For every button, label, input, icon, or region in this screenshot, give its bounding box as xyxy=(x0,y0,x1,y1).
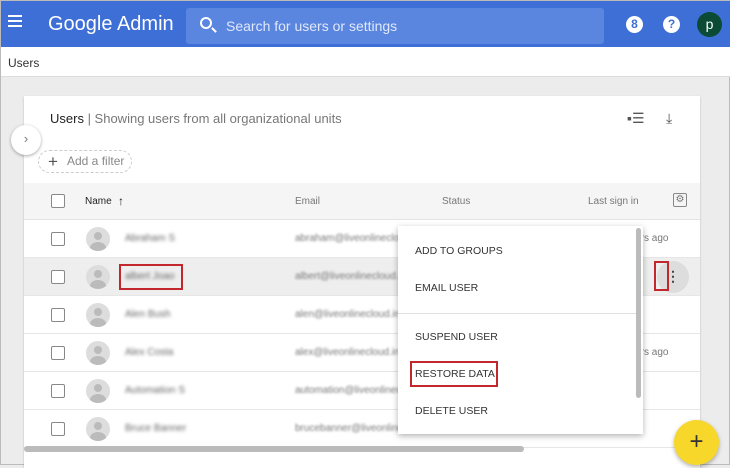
top-bar: Google Admin 8 ? p xyxy=(1,1,730,47)
user-avatar-icon xyxy=(86,417,110,441)
menu-add-to-groups[interactable]: ADD TO GROUPS xyxy=(415,245,503,257)
user-avatar-icon xyxy=(86,341,110,365)
more-highlight xyxy=(654,261,669,291)
row-checkbox[interactable] xyxy=(51,270,65,284)
search-input[interactable] xyxy=(226,8,586,44)
user-avatar-icon xyxy=(86,379,110,403)
menu-delete-user[interactable]: DELETE USER xyxy=(415,405,488,417)
search-icon xyxy=(200,17,212,29)
plus-icon: + xyxy=(48,152,58,171)
breadcrumb: Users xyxy=(1,47,730,77)
column-name[interactable]: Name xyxy=(85,196,112,207)
sort-arrow-icon[interactable]: ↑ xyxy=(118,194,124,208)
add-user-fab[interactable]: + xyxy=(674,420,719,465)
menu-scrollbar[interactable] xyxy=(636,228,641,398)
row-checkbox[interactable] xyxy=(51,346,65,360)
search-box[interactable] xyxy=(186,8,604,44)
breadcrumb-users[interactable]: Users xyxy=(8,56,39,70)
row-checkbox[interactable] xyxy=(51,232,65,246)
hamburger-menu-icon[interactable] xyxy=(8,15,22,27)
select-all-checkbox[interactable] xyxy=(51,194,65,208)
table-header: Name ↑ Email Status Last sign in ⚙ xyxy=(24,183,700,220)
manage-columns-icon[interactable]: ▪☰ xyxy=(627,110,645,127)
row-checkbox[interactable] xyxy=(51,422,65,436)
user-name[interactable]: Bruce Banner xyxy=(125,423,186,434)
user-avatar-icon xyxy=(86,227,110,251)
menu-suspend-user[interactable]: SUSPEND USER xyxy=(415,331,498,343)
expand-panel-button[interactable]: › xyxy=(11,125,41,155)
menu-email-user[interactable]: EMAIL USER xyxy=(415,282,478,294)
restore-data-highlight xyxy=(410,361,498,387)
user-name[interactable]: Alen Bush xyxy=(125,309,171,320)
column-email[interactable]: Email xyxy=(295,196,320,207)
user-actions-menu: ADD TO GROUPS EMAIL USER SUSPEND USER RE… xyxy=(398,226,643,434)
add-filter-label: Add a filter xyxy=(67,154,125,168)
column-settings-icon[interactable]: ⚙ xyxy=(673,193,687,207)
app-logo[interactable]: Google Admin xyxy=(48,13,174,36)
user-name[interactable]: Alex Costa xyxy=(125,347,173,358)
menu-divider xyxy=(398,313,636,314)
title-users: Users xyxy=(50,111,84,126)
title-subtitle: | Showing users from all organizational … xyxy=(83,111,342,126)
hourglass-icon[interactable]: 8 xyxy=(626,16,643,33)
user-avatar-icon xyxy=(86,265,110,289)
user-email: albert@liveonlinecloud.in xyxy=(295,271,407,282)
download-icon[interactable]: ⤓ xyxy=(666,110,672,127)
row-checkbox[interactable] xyxy=(51,308,65,322)
column-status[interactable]: Status xyxy=(442,196,470,207)
add-filter-button[interactable]: + Add a filter xyxy=(38,150,132,173)
account-avatar[interactable]: p xyxy=(697,12,722,37)
user-name[interactable]: Automation S xyxy=(125,385,185,396)
user-name[interactable]: Abraham S xyxy=(125,233,175,244)
user-avatar-icon xyxy=(86,303,110,327)
help-icon[interactable]: ? xyxy=(663,16,680,33)
user-email: alex@liveonlinecloud.in xyxy=(295,347,400,358)
user-email: alen@liveonlinecloud.in xyxy=(295,309,401,320)
row-checkbox[interactable] xyxy=(51,384,65,398)
column-last-sign-in[interactable]: Last sign in xyxy=(588,196,639,207)
card-title: Users | Showing users from all organizat… xyxy=(50,111,342,126)
horizontal-scrollbar[interactable] xyxy=(24,446,524,452)
name-highlight xyxy=(119,264,183,290)
